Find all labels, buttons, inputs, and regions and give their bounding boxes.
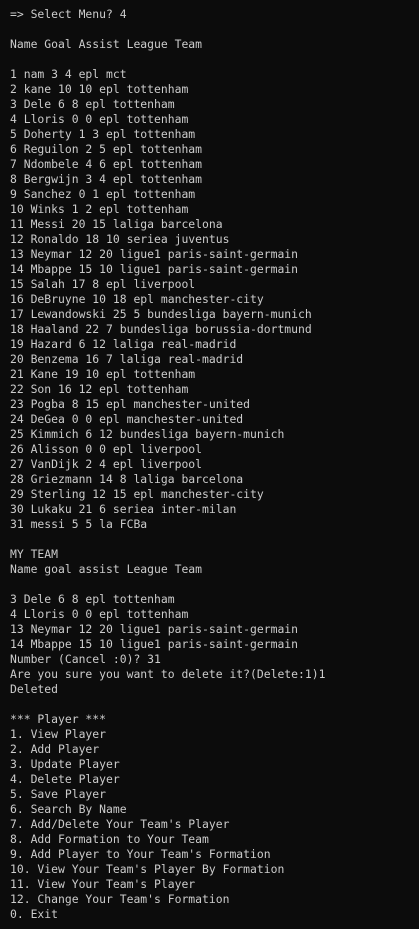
player-row: 17 Lewandowski 25 5 bundesliga bayern-mu… [10,307,312,321]
menu-item: 0. Exit [10,907,59,921]
player-row: 10 Winks 1 2 epl tottenham [10,202,189,216]
player-row: 26 Alisson 0 0 epl liverpool [10,442,203,456]
my-team-row: 13 Neymar 12 20 ligue1 paris-saint-germa… [10,622,299,636]
player-row: 19 Hazard 6 12 laliga real-madrid [10,337,237,351]
player-row: 20 Benzema 16 7 laliga real-madrid [10,352,244,366]
player-row: 13 Neymar 12 20 ligue1 paris-saint-germa… [10,247,299,261]
player-row: 28 Griezmann 14 8 laliga barcelona [10,472,244,486]
player-row: 18 Haaland 22 7 bundesliga borussia-dort… [10,322,312,336]
player-row: 12 Ronaldo 18 10 seriea juventus [10,232,230,246]
menu-item: 5. Save Player [10,787,107,801]
menu-item: 12. Change Your Team's Formation [10,892,230,906]
player-row: 3 Dele 6 8 epl tottenham [10,97,175,111]
my-team-row: 14 Mbappe 15 10 ligue1 paris-saint-germa… [10,637,299,651]
my-team-list: 3 Dele 6 8 epl tottenham 4 Lloris 0 0 epl… [10,592,419,652]
my-team-row: 3 Dele 6 8 epl tottenham [10,592,175,606]
console-window[interactable]: => Select Menu? 4 Name Goal Assist Leagu… [0,0,419,929]
menu-item: 11. View Your Team's Player [10,877,196,891]
my-team-header: Name goal assist League Team [10,562,203,576]
player-row: 30 Lukaku 21 6 seriea inter-milan [10,502,237,516]
player-row: 14 Mbappe 15 10 ligue1 paris-saint-germa… [10,262,299,276]
player-row: 2 kane 10 10 epl tottenham [10,82,189,96]
menu-title: *** Player *** [10,712,107,726]
result-message: Deleted [10,682,59,696]
player-row: 7 Ndombele 4 6 epl tottenham [10,157,203,171]
player-row: 1 nam 3 4 epl mct [10,67,127,81]
menu-item: 1. View Player [10,727,107,741]
player-menu: 1. View Player 2. Add Player 3. Update Pla… [10,727,419,922]
select-menu-prompt: => Select Menu? 4 [10,7,127,21]
player-row: 25 Kimmich 6 12 bundesliga bayern-munich [10,427,285,441]
player-row: 6 Reguilon 2 5 epl tottenham [10,142,203,156]
player-row: 29 Sterling 12 15 epl manchester-city [10,487,264,501]
player-row: 9 Sanchez 0 1 epl tottenham [10,187,196,201]
player-row: 24 DeGea 0 0 epl manchester-united [10,412,244,426]
player-row: 4 Lloris 0 0 epl tottenham [10,112,189,126]
player-row: 11 Messi 20 15 laliga barcelona [10,217,223,231]
player-list-header: Name Goal Assist League Team [10,37,203,51]
menu-item: 9. Add Player to Your Team's Formation [10,847,271,861]
player-row: 31 messi 5 5 la FCBa [10,517,148,531]
delete-confirm-prompt: Are you sure you want to delete it?(Dele… [10,667,326,681]
my-team-title: MY TEAM [10,547,59,561]
menu-item: 6. Search By Name [10,802,127,816]
player-row: 23 Pogba 8 15 epl manchester-united [10,397,251,411]
player-row: 27 VanDijk 2 4 epl liverpool [10,457,203,471]
menu-item: 3. Update Player [10,757,120,771]
menu-item: 10. View Your Team's Player By Formation [10,862,285,876]
menu-item: 7. Add/Delete Your Team's Player [10,817,230,831]
player-row: 21 Kane 19 10 epl tottenham [10,367,196,381]
menu-item: 4. Delete Player [10,772,120,786]
player-row: 22 Son 16 12 epl tottenham [10,382,189,396]
my-team-row: 4 Lloris 0 0 epl tottenham [10,607,189,621]
menu-item: 2. Add Player [10,742,100,756]
number-prompt: Number (Cancel :0)? 31 [10,652,161,666]
player-row: 5 Doherty 1 3 epl tottenham [10,127,196,141]
player-row: 16 DeBruyne 10 18 epl manchester-city [10,292,264,306]
player-row: 15 Salah 17 8 epl liverpool [10,277,196,291]
player-row: 8 Bergwijn 3 4 epl tottenham [10,172,203,186]
menu-item: 8. Add Formation to Your Team [10,832,209,846]
player-list: 1 nam 3 4 epl mct 2 kane 10 10 epl totten… [10,67,419,532]
